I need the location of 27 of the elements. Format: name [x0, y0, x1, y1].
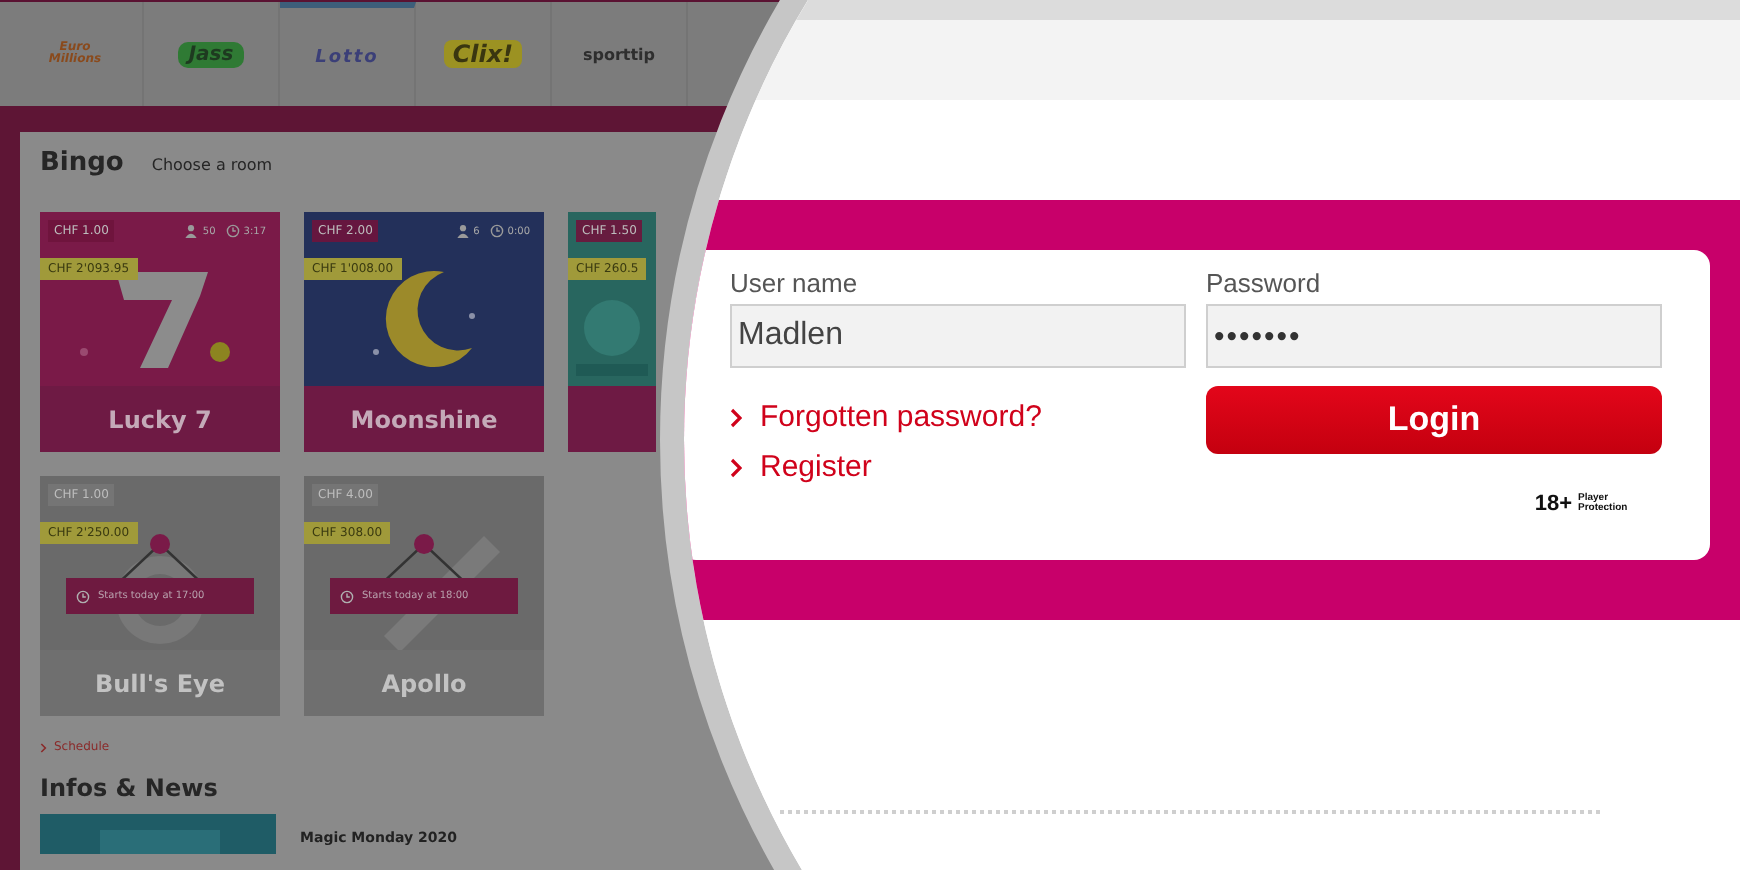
- room-name: Bull's Eye: [94, 669, 226, 697]
- text-link[interactable]: Register: [730, 450, 1186, 484]
- section-title: Infos & News: [40, 774, 220, 802]
- clock-icon: [76, 589, 90, 603]
- login-button[interactable]: Login: [1206, 386, 1662, 454]
- room-name: Moonshine: [350, 405, 498, 433]
- clock-icon: [340, 589, 354, 603]
- chevron-icon: [730, 457, 742, 477]
- room-name: Lucky 7: [108, 405, 212, 433]
- text-link[interactable]: Forgotten password?: [730, 400, 1186, 434]
- section-title: Bingo: [40, 148, 124, 178]
- person-icon: [184, 224, 199, 238]
- chevron-icon: [730, 407, 742, 427]
- room-name-bar: [568, 386, 656, 452]
- age-limit-text: 18+: [1534, 492, 1572, 516]
- room-name: Apollo: [381, 669, 467, 697]
- password-field[interactable]: •••••••: [1206, 304, 1662, 368]
- field-label: User name: [730, 268, 860, 300]
- section-subtitle: Choose a room: [151, 156, 273, 174]
- clock-icon: [489, 224, 504, 238]
- username-field[interactable]: Madlen: [730, 304, 1186, 368]
- brand-logo[interactable]: sporttip: [582, 45, 656, 63]
- brand-logo[interactable]: Clix!: [444, 40, 522, 68]
- chevron-icon: [40, 741, 48, 753]
- person-icon: [455, 224, 470, 238]
- clock-icon: [225, 224, 240, 238]
- field-label: Password: [1206, 268, 1323, 300]
